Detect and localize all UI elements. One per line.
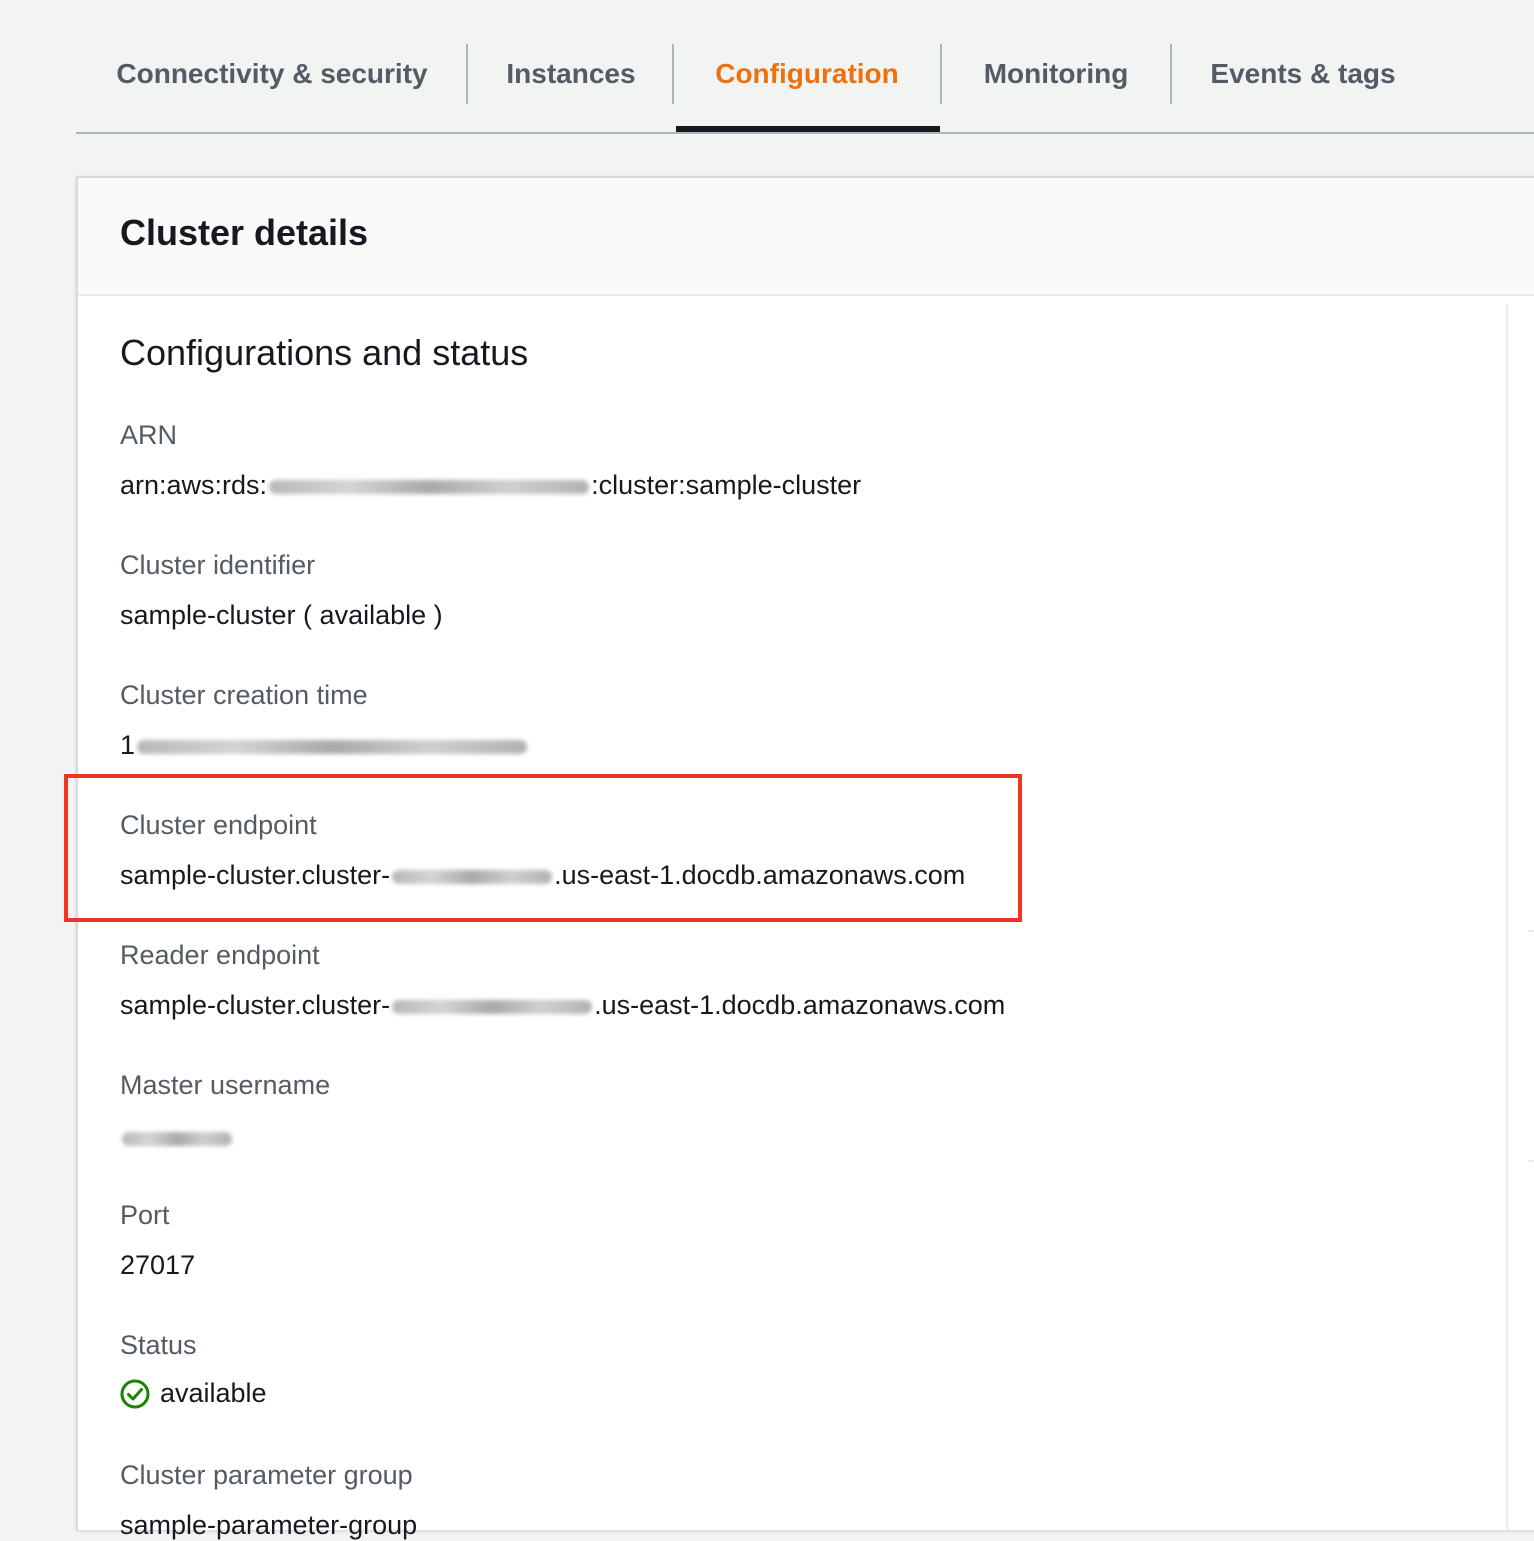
tab-monitoring[interactable]: Monitoring [942, 44, 1170, 104]
status-value: available [120, 1378, 267, 1409]
tab-bar: Connectivity & security Instances Config… [76, 0, 1534, 134]
creation-time-value: 1 [120, 730, 529, 761]
reader-endpoint-suffix: .us-east-1.docdb.amazonaws.com [594, 990, 1006, 1020]
redacted-blur [392, 999, 593, 1014]
status-text: available [160, 1378, 267, 1408]
redacted-blur [137, 739, 528, 754]
check-circle-icon [120, 1379, 150, 1408]
redacted-blur [392, 869, 553, 884]
right-column-divider [1528, 1160, 1534, 1162]
cluster-endpoint-value: sample-cluster.cluster- .us-east-1.docdb.… [120, 860, 965, 891]
tab-connectivity-security[interactable]: Connectivity & security [76, 44, 468, 104]
active-tab-indicator [676, 126, 940, 132]
parameter-group-value[interactable]: sample-parameter-group [120, 1510, 417, 1541]
creation-time-label: Cluster creation time [120, 680, 368, 710]
tab-configuration[interactable]: Configuration [674, 44, 940, 104]
right-column-divider [1528, 930, 1534, 932]
arn-value-suffix: :cluster:sample-cluster [591, 470, 862, 500]
column-divider [1506, 304, 1508, 1530]
cluster-endpoint-label: Cluster endpoint [120, 810, 317, 840]
arn-value-prefix: arn:aws:rds: [120, 470, 268, 500]
card-title: Cluster details [120, 212, 369, 253]
card-header: Cluster details [78, 178, 1534, 296]
parameter-group-label: Cluster parameter group [120, 1460, 413, 1490]
reader-endpoint-value: sample-cluster.cluster- .us-east-1.docdb.… [120, 990, 1005, 1021]
master-username-label: Master username [120, 1070, 331, 1100]
cluster-details-card: Cluster details Configurations and statu… [64, 176, 1534, 1540]
arn-label: ARN [120, 420, 178, 450]
cluster-endpoint-suffix: .us-east-1.docdb.amazonaws.com [554, 860, 966, 890]
redacted-blur [122, 1131, 232, 1146]
redacted-blur [269, 479, 590, 494]
master-username-value [120, 1122, 234, 1153]
section-title: Configurations and status [120, 332, 529, 373]
arn-value: arn:aws:rds: :cluster:sample-cluster [120, 470, 861, 501]
tab-events-tags[interactable]: Events & tags [1172, 44, 1434, 104]
port-label: Port [120, 1200, 170, 1230]
creation-time-prefix: 1 [120, 730, 136, 760]
tab-instances[interactable]: Instances [468, 44, 674, 104]
reader-endpoint-label: Reader endpoint [120, 940, 320, 970]
status-label: Status [120, 1330, 197, 1360]
reader-endpoint-prefix: sample-cluster.cluster- [120, 990, 391, 1020]
port-value: 27017 [120, 1250, 196, 1280]
cluster-endpoint-prefix: sample-cluster.cluster- [120, 860, 391, 890]
endpoint-highlight-box [64, 774, 1022, 922]
cluster-identifier-label: Cluster identifier [120, 550, 316, 580]
cluster-identifier-value: sample-cluster ( available ) [120, 600, 443, 630]
